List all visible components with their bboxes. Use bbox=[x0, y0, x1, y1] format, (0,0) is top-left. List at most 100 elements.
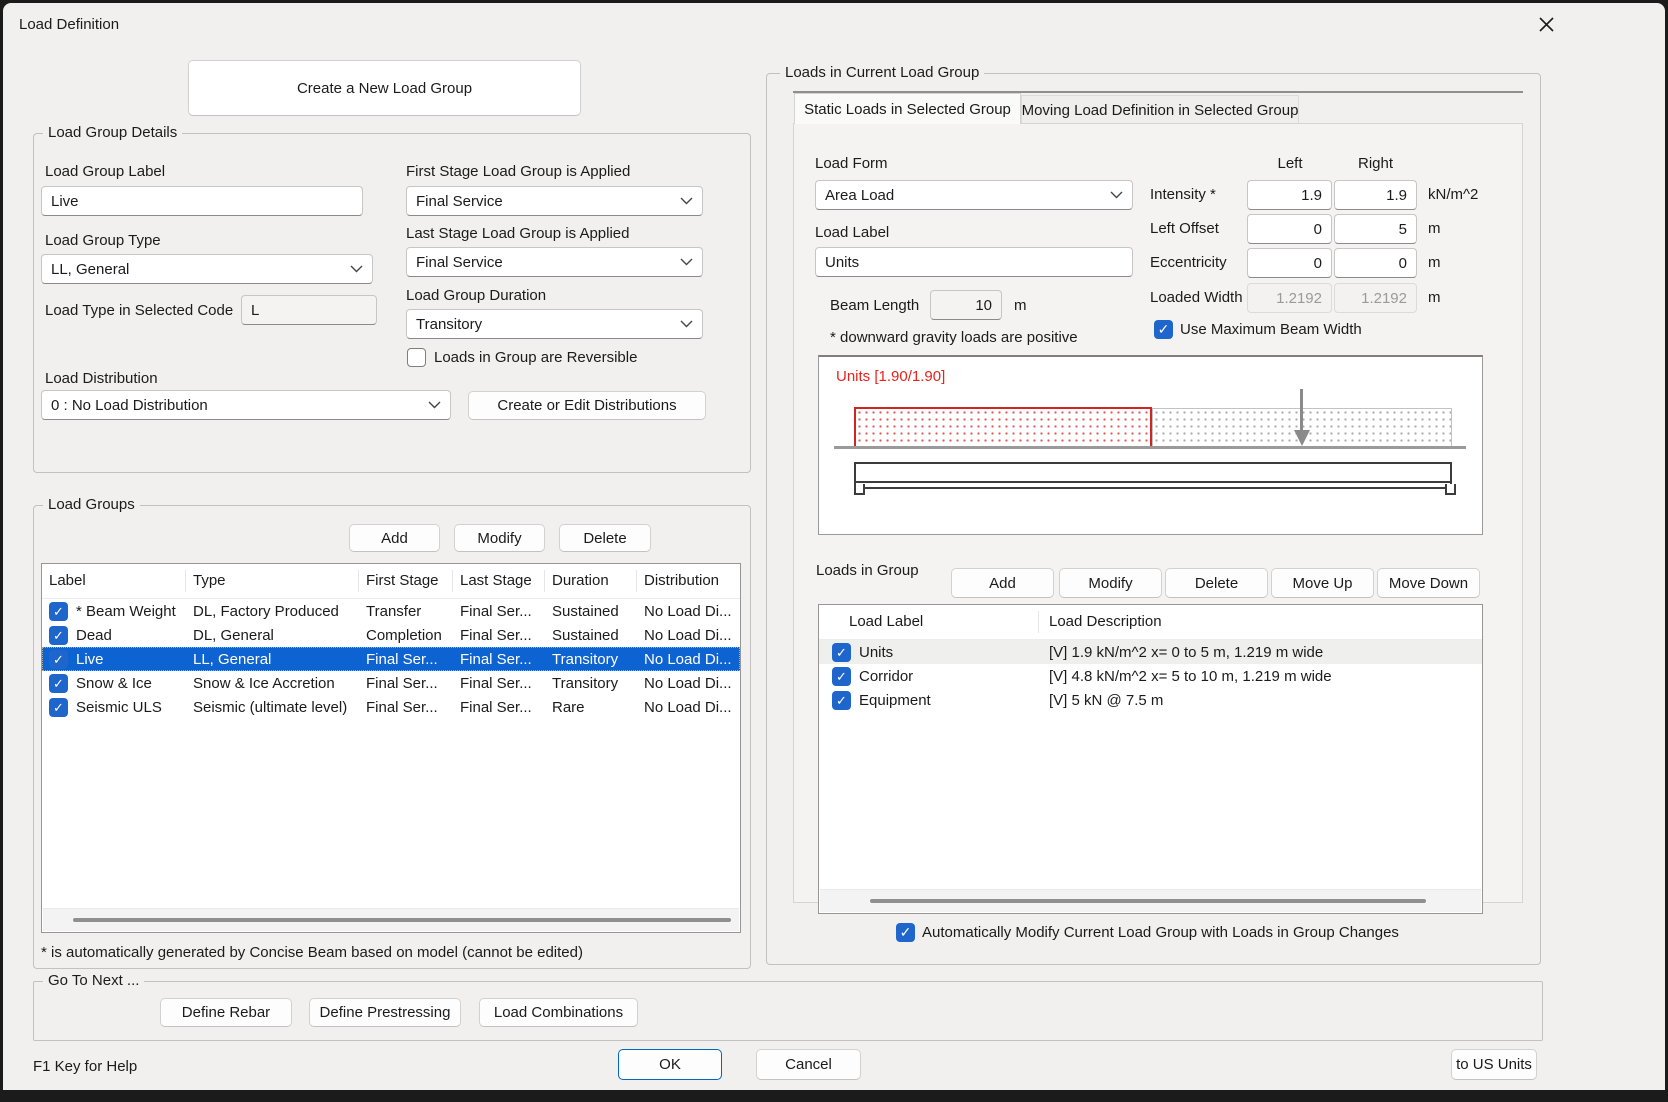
loads-reversible-checkbox[interactable] bbox=[407, 348, 426, 367]
go-to-next-title: Go To Next ... bbox=[43, 972, 144, 990]
col-distribution[interactable]: Distribution bbox=[637, 570, 740, 592]
define-rebar-button[interactable]: Define Rebar bbox=[160, 998, 292, 1027]
tab-static-loads-label: Static Loads in Selected Group bbox=[804, 101, 1011, 118]
chevron-down-icon bbox=[680, 258, 693, 266]
tab-moving-load[interactable]: Moving Load Definition in Selected Group bbox=[1021, 95, 1299, 124]
beam-length-field: 10 bbox=[930, 290, 1002, 320]
load-group-duration-label: Load Group Duration bbox=[406, 287, 546, 305]
row-checkbox[interactable] bbox=[832, 691, 851, 710]
eccentricity-right-input[interactable]: 0 bbox=[1334, 248, 1417, 278]
load-group-label-input[interactable]: Live bbox=[41, 186, 363, 216]
load-group-type-select[interactable]: LL, General bbox=[41, 254, 373, 284]
eccentricity-left-input[interactable]: 0 bbox=[1247, 248, 1332, 278]
auto-modify-checkbox[interactable] bbox=[896, 923, 915, 942]
load-row[interactable]: Equipment [V] 5 kN @ 7.5 m bbox=[819, 688, 1482, 712]
row-checkbox[interactable] bbox=[49, 626, 68, 645]
loaded-width-label: Loaded Width bbox=[1150, 289, 1243, 307]
col-label[interactable]: Label bbox=[42, 570, 186, 592]
load-groups-modify-button[interactable]: Modify bbox=[454, 524, 545, 552]
load-form-select[interactable]: Area Load bbox=[815, 180, 1133, 210]
last-stage-value: Final Service bbox=[416, 254, 503, 271]
load-group-duration-select[interactable]: Transitory bbox=[406, 309, 703, 339]
load-combinations-button[interactable]: Load Combinations bbox=[479, 998, 638, 1027]
table-row[interactable]: Snow & Ice Snow & Ice Accretion Final Se… bbox=[42, 671, 740, 695]
load-row[interactable]: Units [V] 1.9 kN/m^2 x= 0 to 5 m, 1.219 … bbox=[819, 640, 1482, 664]
diagram-load-label: Units [1.90/1.90] bbox=[836, 368, 945, 386]
loads-delete-button[interactable]: Delete bbox=[1165, 568, 1268, 598]
loads-modify-button[interactable]: Modify bbox=[1059, 568, 1162, 598]
auto-modify-label: Automatically Modify Current Load Group … bbox=[922, 924, 1399, 942]
tab-static-loads[interactable]: Static Loads in Selected Group bbox=[794, 93, 1021, 124]
to-us-units-button[interactable]: to US Units bbox=[1451, 1049, 1537, 1080]
load-label-input[interactable]: Units bbox=[815, 247, 1133, 277]
load-form-value: Area Load bbox=[825, 187, 894, 204]
point-load-arrow-head bbox=[1294, 430, 1310, 446]
col-first-stage[interactable]: First Stage bbox=[359, 570, 453, 592]
loads-add-button[interactable]: Add bbox=[951, 568, 1054, 598]
column-right-header: Right bbox=[1334, 155, 1417, 173]
load-type-in-code-field: L bbox=[241, 295, 377, 325]
scrollbar-thumb[interactable] bbox=[73, 918, 731, 922]
row-checkbox[interactable] bbox=[49, 650, 68, 669]
load-definition-dialog: Load Definition Create a New Load Group … bbox=[0, 0, 1668, 1102]
row-checkbox[interactable] bbox=[832, 667, 851, 686]
row-checkbox[interactable] bbox=[49, 674, 68, 693]
beam-length-label: Beam Length bbox=[830, 297, 919, 315]
load-distribution-select[interactable]: 0 : No Load Distribution bbox=[41, 390, 451, 420]
col-last-stage[interactable]: Last Stage bbox=[453, 570, 545, 592]
col-type[interactable]: Type bbox=[186, 570, 359, 592]
left-offset-left-input[interactable]: 0 bbox=[1247, 214, 1332, 244]
load-form-label: Load Form bbox=[815, 155, 888, 173]
loads-in-group-table: Load Label Load Description Units [V] 1.… bbox=[818, 604, 1483, 914]
tab-moving-load-label: Moving Load Definition in Selected Group bbox=[1022, 102, 1299, 119]
table-row[interactable]: * Beam Weight DL, Factory Produced Trans… bbox=[42, 599, 740, 623]
create-new-load-group-button[interactable]: Create a New Load Group bbox=[188, 60, 581, 116]
chevron-down-icon bbox=[680, 320, 693, 328]
beam-length-value: 10 bbox=[975, 297, 992, 314]
table-row[interactable]: Seismic ULS Seismic (ultimate level) Fin… bbox=[42, 695, 740, 719]
create-edit-distributions-label: Create or Edit Distributions bbox=[497, 397, 676, 414]
use-max-beam-width-checkbox[interactable] bbox=[1154, 320, 1173, 339]
cancel-button[interactable]: Cancel bbox=[756, 1049, 861, 1080]
horizontal-scrollbar[interactable] bbox=[43, 908, 739, 931]
create-edit-distributions-button[interactable]: Create or Edit Distributions bbox=[468, 391, 706, 420]
left-offset-right-input[interactable]: 5 bbox=[1334, 214, 1417, 244]
load-groups-add-button[interactable]: Add bbox=[349, 524, 440, 552]
define-prestressing-button[interactable]: Define Prestressing bbox=[309, 998, 461, 1027]
intensity-right-input[interactable]: 1.9 bbox=[1334, 180, 1417, 210]
create-new-load-group-label: Create a New Load Group bbox=[297, 80, 472, 97]
row-checkbox[interactable] bbox=[832, 643, 851, 662]
load-row[interactable]: Corridor [V] 4.8 kN/m^2 x= 5 to 10 m, 1.… bbox=[819, 664, 1482, 688]
beam-flange-line bbox=[856, 481, 1450, 483]
beam-left-support bbox=[854, 484, 865, 495]
load-preview-diagram: Units [1.90/1.90] bbox=[818, 355, 1483, 535]
col-load-description[interactable]: Load Description bbox=[1039, 611, 1482, 633]
scrollbar-thumb[interactable] bbox=[870, 899, 1426, 903]
first-stage-select[interactable]: Final Service bbox=[406, 186, 703, 216]
table-row-selected[interactable]: Live LL, General Final Ser... Final Ser.… bbox=[42, 647, 740, 671]
intensity-left-input[interactable]: 1.9 bbox=[1247, 180, 1332, 210]
horizontal-scrollbar[interactable] bbox=[820, 889, 1481, 912]
load-groups-title: Load Groups bbox=[43, 496, 140, 514]
row-checkbox[interactable] bbox=[49, 602, 68, 621]
close-button[interactable] bbox=[1527, 11, 1565, 41]
load-distribution-value: 0 : No Load Distribution bbox=[51, 397, 208, 414]
last-stage-select[interactable]: Final Service bbox=[406, 247, 703, 277]
eccentricity-unit: m bbox=[1428, 254, 1441, 272]
chevron-down-icon bbox=[350, 265, 363, 273]
col-duration[interactable]: Duration bbox=[545, 570, 637, 592]
table-row[interactable]: Dead DL, General Completion Final Ser...… bbox=[42, 623, 740, 647]
ok-button[interactable]: OK bbox=[618, 1049, 722, 1080]
load-group-label-value: Live bbox=[51, 193, 79, 210]
row-checkbox[interactable] bbox=[49, 698, 68, 717]
loads-move-up-button[interactable]: Move Up bbox=[1271, 568, 1374, 598]
last-stage-label: Last Stage Load Group is Applied bbox=[406, 225, 630, 243]
loads-in-current-group-title: Loads in Current Load Group bbox=[780, 64, 984, 82]
col-load-label[interactable]: Load Label bbox=[819, 611, 1039, 633]
load-groups-delete-button[interactable]: Delete bbox=[559, 524, 651, 552]
loaded-width-left-field: 1.2192 bbox=[1247, 283, 1332, 313]
loads-table-header: Load Label Load Description bbox=[819, 605, 1482, 640]
load-type-in-code-value: L bbox=[251, 302, 259, 319]
loads-move-down-button[interactable]: Move Down bbox=[1377, 568, 1480, 598]
f1-help-text: F1 Key for Help bbox=[33, 1058, 137, 1076]
